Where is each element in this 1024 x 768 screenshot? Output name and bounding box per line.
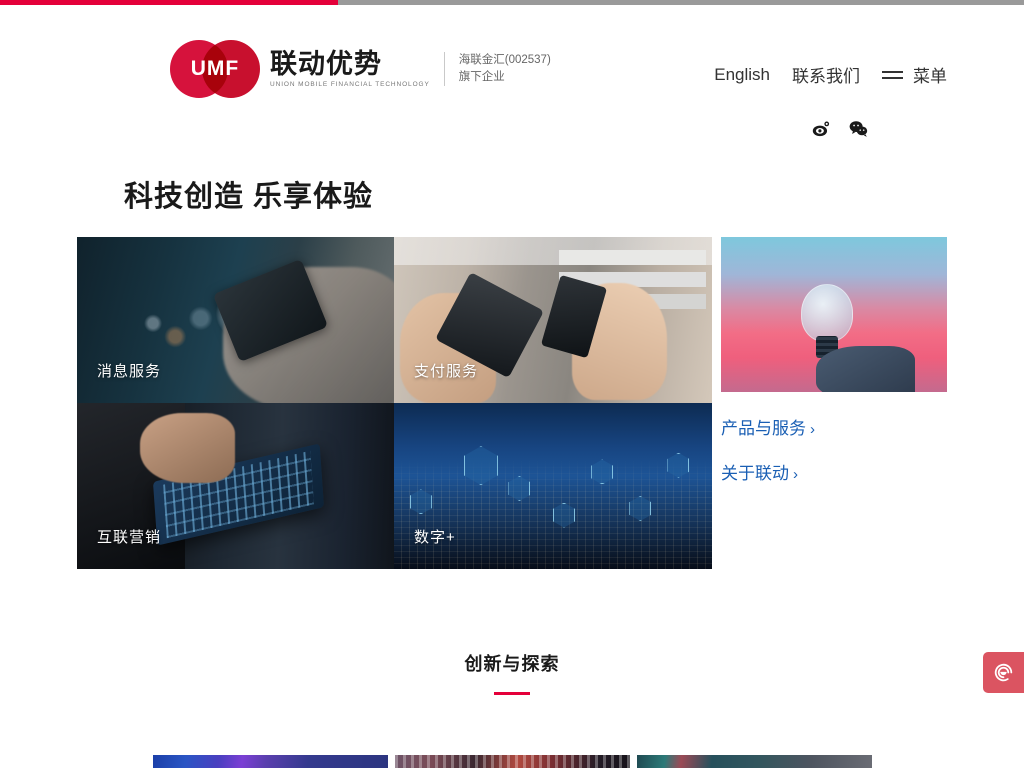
service-tile-lightbulb[interactable] — [721, 237, 947, 392]
service-tile-digital-label: 数字+ — [414, 529, 456, 546]
site-logo[interactable]: UMF 联动优势 UNION MOBILE FINANCIAL TECHNOLO… — [170, 40, 551, 98]
logo-wordmark: 联动优势 UNION MOBILE FINANCIAL TECHNOLOGY — [270, 49, 430, 88]
weibo-icon[interactable] — [812, 119, 831, 138]
service-tile-payment[interactable]: 支付服务 — [394, 237, 712, 403]
logo-name-en: UNION MOBILE FINANCIAL TECHNOLOGY — [270, 80, 430, 88]
service-tile-marketing[interactable]: 互联营销 — [77, 403, 394, 569]
lightbulb-icon — [801, 283, 854, 342]
social-links — [812, 119, 868, 138]
link-products-and-services[interactable]: 产品与服务 › — [721, 414, 815, 439]
nav-contact-us[interactable]: 联系我们 — [792, 62, 860, 87]
umf-logo-mark: UMF — [170, 40, 260, 98]
parent-company-line1: 海联金汇(002537) — [458, 54, 551, 67]
service-tile-message[interactable]: 消息服务 — [77, 237, 394, 403]
innovation-card[interactable] — [637, 755, 872, 768]
innovation-card[interactable] — [153, 755, 388, 768]
page-title: 科技创造 乐享体验 — [124, 181, 374, 213]
innovation-card[interactable] — [395, 755, 630, 768]
menu-toggle[interactable]: 菜单 — [882, 62, 947, 87]
link-products-and-services-label: 产品与服务 — [721, 419, 806, 438]
logo-name-cn: 联动优势 — [270, 49, 382, 80]
logo-divider — [443, 52, 445, 86]
site-header: UMF 联动优势 UNION MOBILE FINANCIAL TECHNOLO… — [0, 5, 1024, 137]
hamburger-icon — [882, 67, 903, 83]
logo-mark-text: UMF — [190, 57, 240, 80]
service-tile-payment-label: 支付服务 — [414, 363, 479, 380]
side-link-list: 产品与服务 › 关于联动 › — [721, 414, 815, 504]
wechat-icon[interactable] — [849, 119, 868, 138]
innovation-card-strip — [0, 755, 1024, 768]
menu-label: 菜单 — [913, 67, 947, 86]
service-tile-digital[interactable]: 数字+ — [394, 403, 712, 569]
service-tile-marketing-label: 互联营销 — [97, 529, 162, 546]
section-underline-accent — [494, 692, 530, 695]
headset-icon — [994, 663, 1013, 682]
parent-company-line2: 旗下企业 — [458, 71, 505, 83]
chevron-right-icon: › — [793, 466, 798, 483]
nav-language-english[interactable]: English — [714, 65, 770, 85]
customer-service-button[interactable] — [983, 652, 1024, 693]
chevron-right-icon: › — [810, 421, 815, 438]
parent-company-note: 海联金汇(002537) 旗下企业 — [459, 52, 551, 85]
section-title: 创新与探索 — [464, 654, 560, 674]
innovation-section-heading: 创新与探索 — [0, 650, 1024, 695]
service-tile-message-label: 消息服务 — [97, 363, 162, 380]
main-navigation: English 联系我们 菜单 — [714, 62, 947, 87]
link-about-umf[interactable]: 关于联动 › — [721, 459, 815, 484]
link-about-umf-label: 关于联动 — [721, 464, 789, 483]
